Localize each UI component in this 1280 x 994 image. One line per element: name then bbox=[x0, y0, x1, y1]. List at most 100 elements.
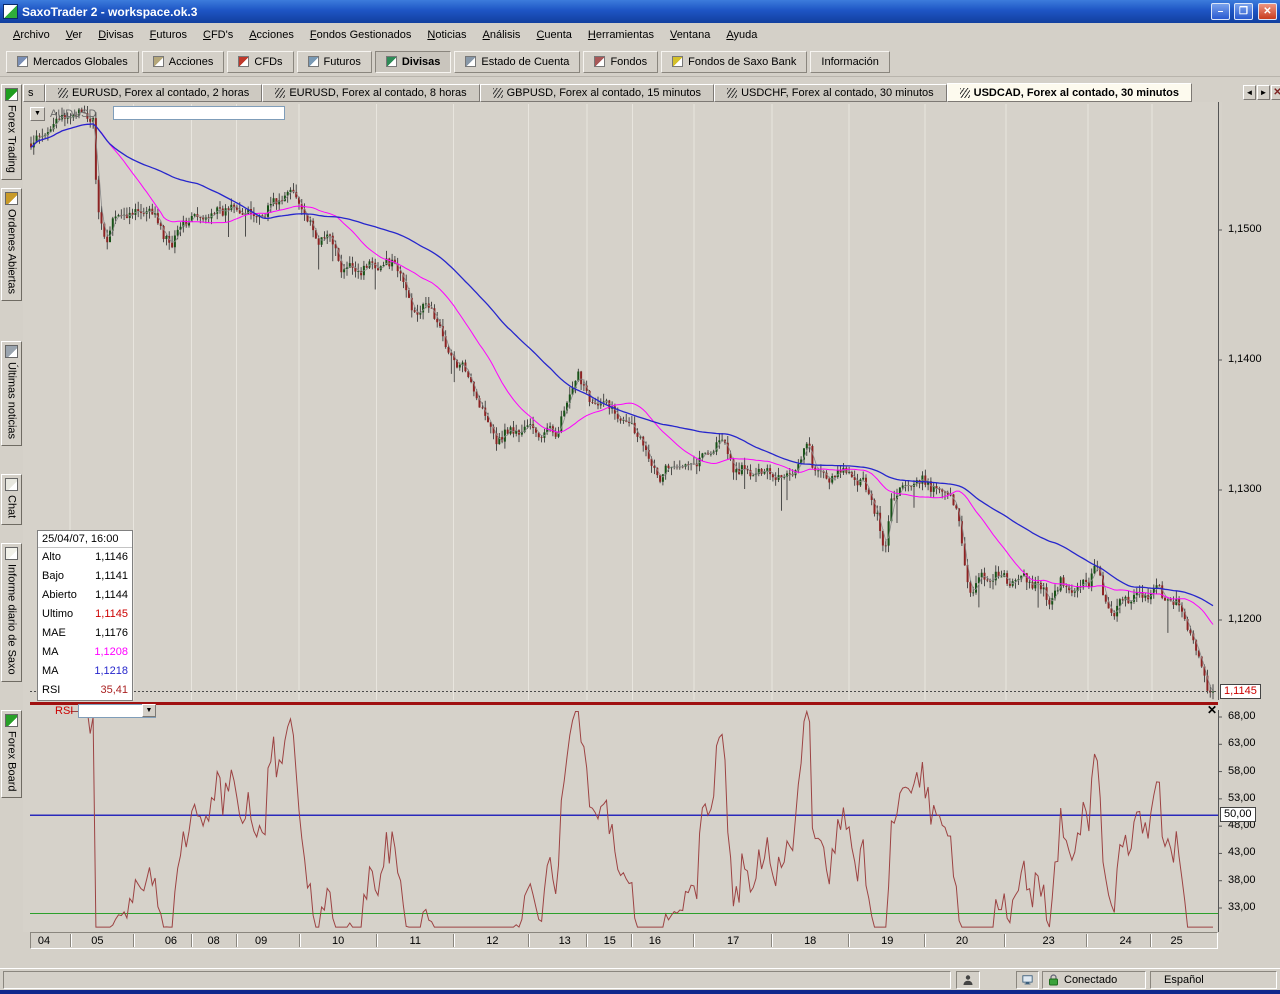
toolbar-label-estado-de-cuenta: Estado de Cuenta bbox=[481, 56, 569, 68]
language-panel[interactable]: Español bbox=[1150, 971, 1277, 989]
menu-item-acciones[interactable]: Acciones bbox=[241, 26, 302, 44]
toolbar-fondos-de-saxo-bank[interactable]: Fondos de Saxo Bank bbox=[661, 51, 807, 73]
chart-tab-usdcad-forex-al-contado-30-minutos[interactable]: USDCAD, Forex al contado, 30 minutos bbox=[947, 83, 1192, 102]
informe-diario-icon bbox=[5, 547, 18, 560]
sidebar-item-label: Chat bbox=[6, 495, 18, 518]
menu-item-divisas[interactable]: Divisas bbox=[90, 26, 141, 44]
candles-down bbox=[30, 110, 1211, 693]
tab-scroll-right-button[interactable]: ► bbox=[1257, 85, 1270, 100]
ma-fast-line bbox=[31, 124, 1213, 625]
chart-tab-eurusd-forex-al-contado-2-horas[interactable]: EURUSD, Forex al contado, 2 horas bbox=[45, 84, 262, 102]
date-label-18: 18 bbox=[800, 935, 820, 947]
date-label-23: 23 bbox=[1039, 935, 1059, 947]
menu-item-fondos-gestionados[interactable]: Fondos Gestionados bbox=[302, 26, 420, 44]
cfds-icon bbox=[238, 56, 249, 67]
toolbar-label-cfds: CFDs bbox=[254, 56, 282, 68]
user-icon bbox=[962, 974, 974, 986]
rsi-chart[interactable] bbox=[23, 710, 1222, 932]
info-row-label: RSI bbox=[42, 682, 60, 699]
chart-search-input[interactable] bbox=[113, 106, 285, 120]
title-bar[interactable]: SaxoTrader 2 - workspace.ok.3 – ❐ ✕ bbox=[0, 0, 1280, 23]
status-user-panel[interactable] bbox=[956, 971, 980, 989]
info-row-ma: MA1,1218 bbox=[38, 662, 132, 681]
status-network-panel[interactable] bbox=[1016, 971, 1039, 989]
rsi-close-button[interactable]: ✕ bbox=[1205, 703, 1219, 717]
rsi-splitter[interactable] bbox=[30, 702, 1218, 705]
connection-status-panel: Conectado bbox=[1042, 971, 1146, 989]
chart-tab-gbpusd-forex-al-contado-15-minutos[interactable]: GBPUSD, Forex al contado, 15 minutos bbox=[480, 84, 714, 102]
menu-item-ventana[interactable]: Ventana bbox=[662, 26, 718, 44]
sidebar-item-forex-trading[interactable]: Forex Trading bbox=[1, 84, 22, 180]
chart-tab-usdchf-forex-al-contado-30-minutos[interactable]: USDCHF, Forex al contado, 30 minutos bbox=[714, 84, 947, 102]
chart-tab-eurusd-forex-al-contado-8-horas[interactable]: EURUSD, Forex al contado, 8 horas bbox=[262, 84, 479, 102]
info-row-rsi: RSI35,41 bbox=[38, 681, 132, 700]
rsi-indicator-label: RSI bbox=[55, 705, 73, 717]
instrument-dropdown-button[interactable]: ▼ bbox=[30, 107, 45, 121]
toolbar-label-futuros: Futuros bbox=[324, 56, 361, 68]
sidebar-item-forex-board[interactable]: Forex Board bbox=[1, 710, 22, 799]
forex-board-icon bbox=[5, 714, 18, 727]
price-tick-1,1500: 1,1500 bbox=[1228, 223, 1278, 235]
toolbar-estado-de-cuenta[interactable]: Estado de Cuenta bbox=[454, 51, 580, 73]
status-message-panel bbox=[3, 971, 951, 989]
rsi-tick-53: 53,00 bbox=[1228, 792, 1278, 804]
toolbar-cfds[interactable]: CFDs bbox=[227, 51, 293, 73]
menu-item-futuros[interactable]: Futuros bbox=[142, 26, 195, 44]
toolbar-mercados-globales[interactable]: Mercados Globales bbox=[6, 51, 139, 73]
futuros-icon bbox=[308, 56, 319, 67]
info-row-ma: MA1,1208 bbox=[38, 643, 132, 662]
sidebar-item-ultimas-noticias[interactable]: Últimas noticias bbox=[1, 341, 22, 446]
info-row-alto: Alto1,1146 bbox=[38, 548, 132, 567]
menu-item-noticias[interactable]: Noticias bbox=[419, 26, 474, 44]
divisas-icon bbox=[386, 56, 397, 67]
date-label-19: 19 bbox=[877, 935, 897, 947]
ultimas-noticias-icon bbox=[5, 345, 18, 358]
sidebar-item-chat[interactable]: Chat bbox=[1, 474, 22, 525]
menu-item-ver[interactable]: Ver bbox=[58, 26, 91, 44]
price-chart[interactable] bbox=[23, 102, 1222, 700]
toolbar-fondos[interactable]: Fondos bbox=[583, 51, 658, 73]
tab-scroll-left-button[interactable]: ◄ bbox=[1243, 85, 1256, 100]
restore-button[interactable]: ❐ bbox=[1234, 3, 1253, 20]
sidebar-item-informe-diario-de-saxo[interactable]: Informe diario de Saxo bbox=[1, 543, 22, 682]
info-row-value: 1,1145 bbox=[95, 606, 128, 623]
fondos-saxo-icon bbox=[672, 56, 683, 67]
date-label-04: 04 bbox=[34, 935, 54, 947]
minimize-button[interactable]: – bbox=[1211, 3, 1230, 20]
info-timestamp: 25/04/07, 16:00 bbox=[38, 531, 132, 548]
toolbar-futuros[interactable]: Futuros bbox=[297, 51, 372, 73]
menu-item-cuenta[interactable]: Cuenta bbox=[528, 26, 579, 44]
toolbar-label-divisas: Divisas bbox=[402, 56, 441, 68]
date-axis-separator bbox=[133, 934, 135, 947]
ordenes-abiertas-icon bbox=[5, 192, 18, 205]
chevron-down-icon[interactable]: ▼ bbox=[142, 704, 156, 717]
connection-status-text: Conectado bbox=[1064, 974, 1117, 986]
toolbar-acciones[interactable]: Acciones bbox=[142, 51, 225, 73]
price-ma-line bbox=[31, 112, 1213, 692]
chart-tab-s[interactable]: s bbox=[23, 84, 45, 102]
menu-item-archivo[interactable]: Archivo bbox=[5, 26, 58, 44]
menu-item-analisis[interactable]: Análisis bbox=[475, 26, 529, 44]
menu-item-cfd-s[interactable]: CFD's bbox=[195, 26, 241, 44]
toolbar: Mercados GlobalesAcciones CFDs Futuros Divi… bbox=[0, 47, 1280, 77]
sidebar-item-ordenes-abiertas[interactable]: Ordenes Abiertas bbox=[1, 188, 22, 301]
date-axis-separator bbox=[70, 934, 72, 947]
date-label-06: 06 bbox=[161, 935, 181, 947]
menu-item-herramientas[interactable]: Herramientas bbox=[580, 26, 662, 44]
close-button[interactable]: ✕ bbox=[1258, 3, 1277, 20]
chart-tabstrip: sEURUSD, Forex al contado, 2 horasEURUSD… bbox=[23, 83, 1239, 102]
toolbar-divisas[interactable]: Divisas bbox=[375, 51, 452, 73]
mercados-globales-icon bbox=[17, 56, 28, 67]
toolbar-label-informacion: Información bbox=[821, 56, 878, 68]
toolbar-informacion[interactable]: Información bbox=[810, 51, 889, 73]
estado-de-cuenta-icon bbox=[465, 56, 476, 67]
date-label-17: 17 bbox=[723, 935, 743, 947]
tab-close-button[interactable]: ✕ bbox=[1271, 85, 1280, 100]
menu-item-ayuda[interactable]: Ayuda bbox=[718, 26, 765, 44]
chat-icon bbox=[5, 478, 18, 491]
info-row-abierto: Abierto1,1144 bbox=[38, 586, 132, 605]
sidebar-item-label: Ordenes Abiertas bbox=[6, 209, 18, 294]
chart-tab-icon bbox=[58, 88, 68, 98]
rsi-settings-combo[interactable]: ▼ bbox=[78, 704, 156, 718]
fondos-icon bbox=[594, 56, 605, 67]
